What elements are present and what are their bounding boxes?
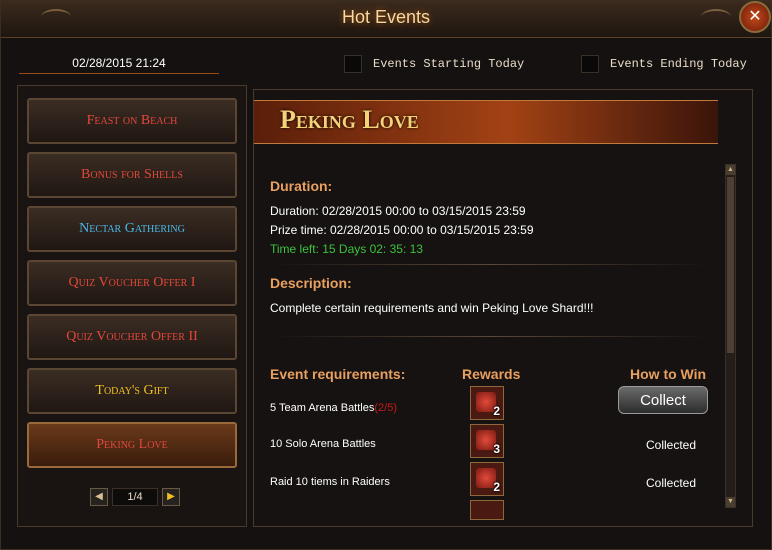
event-item-bonus-for-shells[interactable]: Bonus for Shells (27, 152, 237, 198)
filter-ending-today[interactable]: Events Ending Today (581, 55, 747, 73)
rewards-heading: Rewards (462, 366, 521, 382)
event-banner: Peking Love (254, 100, 718, 144)
filter-label-ending: Events Ending Today (610, 57, 747, 71)
filter-starting-today[interactable]: Events Starting Today (344, 55, 524, 73)
requirement-row: 10 Solo Arena Battles (270, 438, 376, 450)
time-left-text: Time left: 15 Days 02: 35: 13 (270, 242, 423, 256)
checkbox-ending-today[interactable] (581, 55, 599, 73)
scrollbar[interactable]: ▲ ▼ (725, 164, 736, 508)
scroll-up-icon[interactable]: ▲ (726, 165, 735, 175)
description-heading: Description: (270, 275, 352, 291)
next-page-icon[interactable]: ▶ (162, 488, 180, 506)
reward-shard-icon[interactable]: 2 (470, 462, 504, 496)
event-label: Peking Love (96, 437, 168, 452)
prev-page-icon[interactable]: ◀ (90, 488, 108, 506)
title-bar: Hot Events (1, 1, 771, 38)
event-detail-panel: Peking Love Duration: Duration: 02/28/20… (253, 89, 753, 527)
event-item-peking-love[interactable]: Peking Love (27, 422, 237, 468)
page-indicator: 1/4 (112, 488, 158, 506)
requirement-text: Raid 10 tiems in Raiders (270, 476, 390, 488)
description-text: Complete certain requirements and win Pe… (270, 301, 594, 315)
hot-events-window: Hot Events ✕ 02/28/2015 21:24 Events Sta… (0, 0, 772, 550)
reward-shard-icon[interactable]: 2 (470, 386, 504, 420)
divider (270, 264, 710, 265)
reward-shard-icon[interactable] (470, 500, 504, 520)
requirement-progress: (2/5) (374, 402, 397, 414)
collected-status: Collected (646, 476, 697, 490)
requirements-heading: Event requirements: (270, 366, 406, 382)
requirement-row: Raid 10 tiems in Raiders (270, 476, 390, 488)
event-label: Nectar Gathering (79, 221, 185, 236)
requirement-text: 5 Team Arena Battles (270, 402, 375, 414)
event-item-feast-on-beach[interactable]: Feast on Beach (27, 98, 237, 144)
event-label: Today's Gift (95, 383, 169, 398)
checkbox-starting-today[interactable] (344, 55, 362, 73)
collect-button[interactable]: Collect (618, 386, 708, 414)
scroll-down-icon[interactable]: ▼ (726, 497, 735, 507)
event-label: Quiz Voucher Offer II (66, 329, 198, 344)
requirement-text: 10 Solo Arena Battles (270, 438, 376, 450)
event-label: Bonus for Shells (81, 167, 183, 182)
reward-count: 2 (493, 480, 500, 494)
event-label: Quiz Voucher Offer I (68, 275, 196, 290)
event-label: Feast on Beach (86, 113, 178, 128)
scroll-thumb[interactable] (727, 177, 734, 353)
prize-time-text: Prize time: 02/28/2015 00:00 to 03/15/20… (270, 223, 534, 237)
event-item-quiz-voucher-offer-1[interactable]: Quiz Voucher Offer I (27, 260, 237, 306)
close-icon[interactable]: ✕ (739, 1, 771, 33)
event-title: Peking Love (280, 105, 419, 134)
reward-count: 3 (493, 442, 500, 456)
event-item-quiz-voucher-offer-2[interactable]: Quiz Voucher Offer II (27, 314, 237, 360)
filter-label-starting: Events Starting Today (373, 57, 525, 71)
reward-count: 2 (493, 404, 500, 418)
pager: ◀ 1/4 ▶ (90, 488, 180, 506)
duration-text: Duration: 02/28/2015 00:00 to 03/15/2015… (270, 204, 526, 218)
event-item-nectar-gathering[interactable]: Nectar Gathering (27, 206, 237, 252)
duration-heading: Duration: (270, 178, 333, 194)
requirement-row: 5 Team Arena Battles(2/5) (270, 402, 397, 414)
reward-shard-icon[interactable]: 3 (470, 424, 504, 458)
current-datetime: 02/28/2015 21:24 (19, 53, 219, 74)
divider (270, 336, 710, 337)
event-list-panel: Feast on Beach Bonus for Shells Nectar G… (17, 85, 247, 527)
event-item-todays-gift[interactable]: Today's Gift (27, 368, 237, 414)
how-to-win-heading: How to Win (630, 366, 707, 382)
collected-status: Collected (646, 438, 697, 452)
window-title: Hot Events (341, 7, 431, 27)
